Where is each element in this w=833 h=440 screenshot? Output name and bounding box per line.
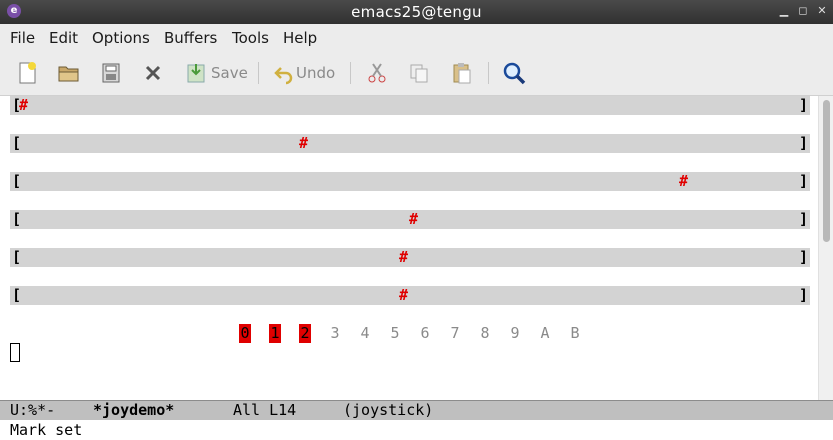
cut-icon[interactable] <box>365 61 389 85</box>
undo-label: Undo <box>296 64 336 82</box>
minimize-icon[interactable]: ▁ <box>776 3 792 19</box>
menu-help[interactable]: Help <box>283 29 317 47</box>
axis-position-marker: # <box>19 96 29 114</box>
right-bracket: ] <box>798 286 808 304</box>
right-bracket: ] <box>798 134 808 152</box>
joystick-button-b: B <box>570 324 580 342</box>
joystick-button-6: 6 <box>420 324 430 342</box>
joystick-button-5: 5 <box>390 324 400 342</box>
search-icon[interactable] <box>502 61 526 85</box>
left-bracket: [ <box>12 134 22 152</box>
joystick-button-2: 2 <box>299 324 311 343</box>
undo-button[interactable]: Undo <box>272 61 335 85</box>
buffer-area[interactable]: [ # ] [ # ] [ # ] [ # ] [ # ] [ # ] 0 1 … <box>0 96 818 400</box>
menu-edit[interactable]: Edit <box>49 29 78 47</box>
mode-line: U:%*- *joydemo* All L14 (joystick) <box>0 400 833 420</box>
close-window-icon[interactable]: ✕ <box>814 3 830 19</box>
scrollbar-thumb[interactable] <box>823 100 830 242</box>
axis-position-marker: # <box>409 210 419 228</box>
joystick-axis-bar: [ # ] <box>10 172 810 191</box>
joystick-button-1: 1 <box>269 324 281 343</box>
minibuffer[interactable]: Mark set <box>0 420 833 440</box>
close-icon[interactable] <box>141 61 165 85</box>
vertical-scrollbar[interactable] <box>818 96 833 400</box>
joystick-axis-bar: [ # ] <box>10 286 810 305</box>
left-bracket: [ <box>12 172 22 190</box>
save-label: Save <box>211 64 248 82</box>
right-bracket: ] <box>798 172 808 190</box>
window-titlebar: e emacs25@tengu ▁ ◻ ✕ <box>0 0 833 24</box>
joystick-button-0: 0 <box>239 324 251 343</box>
right-bracket: ] <box>798 210 808 228</box>
toolbar-separator <box>258 62 259 84</box>
copy-icon[interactable] <box>407 61 431 85</box>
save-disk-icon[interactable] <box>99 61 123 85</box>
joystick-axis-bar: [ # ] <box>10 134 810 153</box>
joystick-axis-bar: [ # ] <box>10 248 810 267</box>
right-bracket: ] <box>798 96 808 114</box>
axis-position-marker: # <box>399 248 409 266</box>
joystick-button-a: A <box>540 324 550 342</box>
joystick-button-3: 3 <box>330 324 340 342</box>
left-bracket: [ <box>12 248 22 266</box>
toolbar-separator <box>350 62 351 84</box>
window-title: emacs25@tengu <box>351 3 482 21</box>
menu-file[interactable]: File <box>10 29 35 47</box>
open-folder-icon[interactable] <box>57 61 81 85</box>
joystick-button-9: 9 <box>510 324 520 342</box>
save-button[interactable]: Save <box>184 61 248 85</box>
joystick-axis-bar: [ # ] <box>10 96 810 115</box>
menu-options[interactable]: Options <box>92 29 150 47</box>
new-file-icon[interactable] <box>15 61 39 85</box>
modeline-status: U:%*- <box>10 401 56 419</box>
joystick-axis-bar: [ # ] <box>10 210 810 229</box>
left-bracket: [ <box>12 210 22 228</box>
paste-icon[interactable] <box>450 61 474 85</box>
axis-position-marker: # <box>679 172 689 190</box>
modeline-buffer-name: *joydemo* <box>93 401 175 419</box>
modeline-position: All L14 <box>233 401 297 419</box>
echo-message: Mark set <box>10 421 83 439</box>
toolbar-separator <box>488 62 489 84</box>
maximize-icon[interactable]: ◻ <box>795 3 811 19</box>
menubar: File Edit Options Buffers Tools Help <box>0 24 833 51</box>
joystick-button-7: 7 <box>450 324 460 342</box>
toolbar: Save Undo <box>0 51 833 96</box>
menu-buffers[interactable]: Buffers <box>164 29 217 47</box>
text-cursor <box>10 343 20 362</box>
axis-position-marker: # <box>299 134 309 152</box>
axis-position-marker: # <box>399 286 409 304</box>
joystick-button-8: 8 <box>480 324 490 342</box>
menu-tools[interactable]: Tools <box>232 29 269 47</box>
joystick-button-4: 4 <box>360 324 370 342</box>
right-bracket: ] <box>798 248 808 266</box>
modeline-major-mode: (joystick) <box>343 401 434 419</box>
left-bracket: [ <box>12 286 22 304</box>
